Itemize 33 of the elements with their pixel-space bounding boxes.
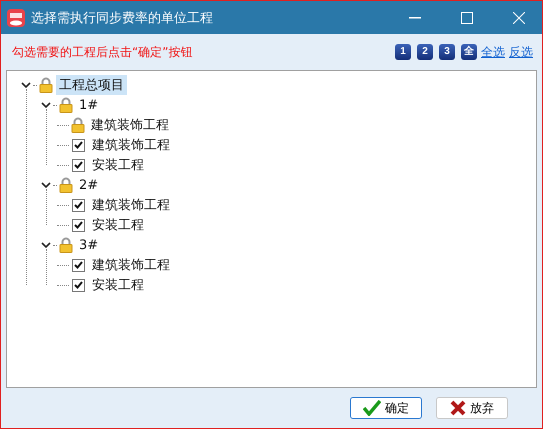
tree-item[interactable]: 1# — [76, 96, 102, 114]
select-link[interactable]: 反选 — [509, 44, 533, 60]
cancel-button[interactable]: 放弃 — [436, 397, 508, 419]
checkbox[interactable] — [72, 158, 85, 172]
tree-item[interactable]: 安装工程 — [89, 155, 147, 175]
checkbox[interactable] — [72, 258, 85, 272]
tree-item[interactable]: 建筑装饰工程 — [89, 135, 173, 155]
minimize-icon — [409, 16, 421, 18]
tree-item[interactable]: 安装工程 — [89, 215, 147, 235]
checkbox[interactable] — [72, 218, 85, 232]
tree-item[interactable]: 建筑装饰工程 — [89, 195, 173, 215]
instruction-text: 勾选需要的工程后点击“确定”按钮 — [12, 44, 192, 60]
select-link[interactable]: 全选 — [481, 44, 505, 60]
tree-item[interactable]: 安装工程 — [89, 275, 147, 295]
tree-item[interactable]: 建筑装饰工程 — [88, 115, 172, 135]
level-button[interactable]: 1 — [395, 44, 411, 60]
window-title: 选择需执行同步费率的单位工程 — [31, 10, 213, 26]
app-icon — [7, 8, 25, 26]
checkbox[interactable] — [72, 278, 85, 292]
maximize-icon — [461, 12, 473, 24]
close-icon — [450, 400, 466, 416]
level-button[interactable]: 2 — [417, 44, 433, 60]
ok-button[interactable]: 确定 — [350, 397, 422, 419]
tree-item[interactable]: 2# — [76, 176, 102, 194]
checkbox[interactable] — [72, 198, 85, 212]
checkbox[interactable] — [72, 138, 85, 152]
level-button[interactable]: 3 — [439, 44, 455, 60]
level-button[interactable]: 全 — [461, 44, 477, 60]
close-icon — [513, 12, 525, 24]
tree-item[interactable]: 工程总项目 — [56, 75, 127, 95]
tree-item[interactable]: 3# — [76, 236, 102, 254]
tree-item[interactable]: 建筑装饰工程 — [89, 255, 173, 275]
check-icon — [363, 400, 381, 416]
